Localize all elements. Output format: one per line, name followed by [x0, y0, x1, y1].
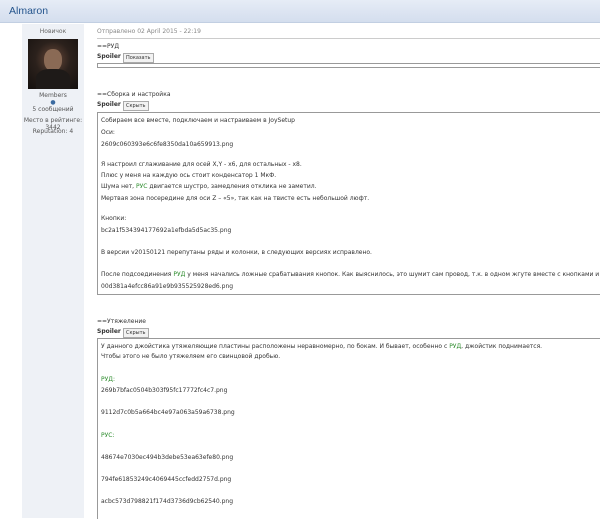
author-sidebar: Новичок Members ● 5 сообщений Место в ре…: [22, 24, 84, 518]
section-heading-assembly: ==Сборка и настройка: [97, 91, 171, 98]
image-link[interactable]: 794fe61853249c4069445ccfedd2757d.png: [101, 476, 231, 483]
spoiler2-line: Мертвая зона посередине для оси Z – «5»,…: [101, 195, 370, 202]
spoiler2-line: Собираем все вместе, подключаем и настра…: [101, 117, 295, 124]
text: У данного джойстика утяжеляющие пластины…: [101, 343, 450, 350]
spoiler2-line: Оси:: [101, 129, 115, 136]
image-link[interactable]: 00d381a4efcc86a91e9b935525928ed6.png: [101, 283, 233, 290]
group-dot-icon: ●: [50, 99, 56, 106]
spoiler-label-3: Spoiler: [97, 328, 121, 335]
text: Шума нет,: [101, 183, 137, 190]
image-link[interactable]: 9112d7c0b5a664bc4e97a063a59a6738.png: [101, 409, 235, 416]
post-date: Отправлено 02 April 2015 - 22:19: [97, 28, 201, 35]
image-link[interactable]: 2609c060393e6c6fe8350da10a659913.png: [101, 141, 233, 148]
spoiler2-line: Кнопки:: [101, 215, 127, 222]
spoiler-box-1: [97, 63, 600, 68]
text: двигается шустро, замедления отклика не …: [147, 183, 317, 190]
spoiler-box-2: Собираем все вместе, подключаем и настра…: [97, 112, 600, 295]
spoiler2-line: После подсоединения РУД у меня начались …: [101, 271, 599, 278]
term-link-rus[interactable]: РУС:: [101, 432, 115, 439]
avatar[interactable]: [28, 39, 78, 89]
post-count[interactable]: 5 сообщений: [22, 106, 84, 113]
text: у меня начались ложные срабатывания кноп…: [185, 271, 600, 278]
spoiler2-line: Шума нет, РУС двигается шустро, замедлен…: [101, 183, 317, 190]
spoiler-box-3: У данного джойстика утяжеляющие пластины…: [97, 338, 600, 519]
rating-label: Место в рейтинге:: [23, 117, 83, 124]
image-link[interactable]: bc2a1f534394177692a1efbda5d5ac35.png: [101, 227, 231, 234]
reputation-value: 4: [69, 128, 74, 135]
term-link-rus[interactable]: РУС: [136, 183, 147, 190]
spoiler2-line: В версии v20150121 перепутаны ряды и кол…: [101, 249, 372, 256]
spoiler2-line: Плюс у меня на каждую ось стоит конденса…: [101, 172, 277, 179]
divider: [97, 38, 600, 39]
spoiler2-line: Я настроил сглаживание для осей X,Y - x6…: [101, 161, 302, 168]
author-rank: Новичок: [39, 28, 67, 35]
image-link[interactable]: 269b7bfac0504b303f95fc17772fc4c7.png: [101, 387, 227, 394]
post-header-bar: Almaron: [0, 0, 600, 23]
spoiler-label-1: Spoiler: [97, 53, 121, 60]
image-link[interactable]: 48674e7030ec494b3debe53ea63efe80.png: [101, 454, 233, 461]
term-link-rud[interactable]: РУД: [449, 343, 461, 350]
reputation-label: Reputation:: [32, 128, 68, 135]
reputation-row: Reputation: 4: [22, 128, 84, 135]
spoiler3-line: У данного джойстика утяжеляющие пластины…: [101, 343, 542, 350]
spoiler3-line: Чтобы этого не было утяжеляем его свинцо…: [101, 353, 281, 360]
author-group: Members: [39, 92, 67, 99]
text: После подсоединения: [101, 271, 174, 278]
text: , джойстик поднимается.: [461, 343, 543, 350]
term-link-rud[interactable]: РУД:: [101, 376, 115, 383]
term-link-rud[interactable]: РУД: [173, 271, 185, 278]
author-username[interactable]: Almaron: [9, 5, 48, 17]
spoiler-label-2: Spoiler: [97, 101, 121, 108]
spoiler-hide-button-2[interactable]: Скрыть: [123, 101, 149, 111]
section-heading-rud: ==РУД: [97, 43, 120, 50]
spoiler-hide-button-3[interactable]: Скрыть: [123, 328, 149, 338]
spoiler-show-button[interactable]: Показать: [123, 53, 154, 63]
image-link[interactable]: acbc573d798821f174d3736d9cb62540.png: [101, 498, 233, 505]
section-heading-weight: ==Утяжеление: [97, 318, 146, 325]
